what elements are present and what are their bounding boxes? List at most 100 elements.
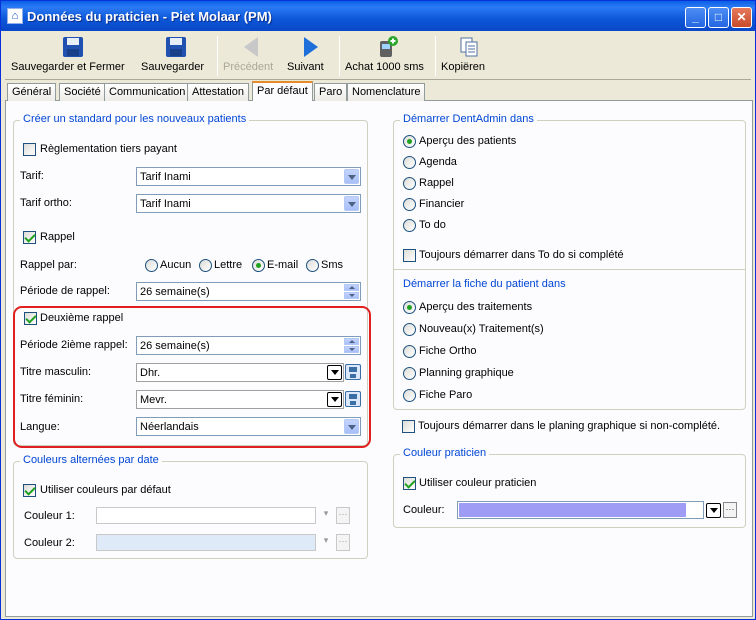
dropdown-icon[interactable] (706, 503, 721, 518)
previous-button[interactable]: Précédent (223, 34, 281, 78)
rappel-email-radio[interactable] (252, 259, 265, 272)
tarif-ortho-combo[interactable]: Tarif Inami (136, 194, 361, 213)
periode2-spinner[interactable]: 26 semaine(s) (136, 336, 361, 355)
save-button[interactable]: Sauvegarder (141, 34, 211, 78)
group-title: Couleurs alternées par date (20, 454, 162, 466)
planning-checkbox[interactable] (402, 420, 415, 433)
fiche-nouveau-label: Nouveau(x) Traitement(s) (419, 323, 544, 335)
copy-button[interactable]: Kopiëren (441, 34, 497, 78)
titre-masculin-label: Titre masculin: (20, 366, 92, 378)
start-apercu-label: Aperçu des patients (419, 135, 517, 147)
dropdown-icon[interactable] (327, 392, 342, 407)
divider (394, 269, 745, 270)
titre-masculin-combo[interactable]: Dhr. (136, 363, 344, 382)
fiche-ortho-radio[interactable] (403, 345, 416, 358)
fiche-planning-label: Planning graphique (419, 367, 514, 379)
floppy-icon (63, 37, 83, 57)
practitioner-color-group: Couleur praticien Utiliser couleur prati… (393, 447, 746, 528)
start-financier-label: Financier (419, 198, 465, 210)
dropdown-icon[interactable] (327, 365, 342, 380)
toolbar: Sauvegarder et Fermer Sauvegarder Précéd… (5, 32, 751, 80)
save-icon[interactable] (345, 391, 361, 407)
start-group: Démarrer DentAdmin dans Aperçu des patie… (393, 113, 746, 410)
tab-nomenclature[interactable]: Nomenclature (347, 83, 426, 101)
titre-feminin-label: Titre féminin: (20, 393, 84, 405)
chevron-down-icon[interactable] (344, 196, 359, 211)
close-button[interactable]: ✕ (731, 7, 752, 28)
couleur-field[interactable] (457, 501, 704, 519)
next-button[interactable]: Suivant (287, 34, 333, 78)
tiers-payant-checkbox[interactable] (23, 143, 36, 156)
default-colors-checkbox[interactable] (23, 484, 36, 497)
phone-add-icon (380, 36, 398, 57)
fiche-apercu-label: Aperçu des traitements (419, 301, 533, 313)
tab-general[interactable]: Général (7, 83, 57, 101)
langue-combo[interactable]: Néerlandais (136, 417, 361, 436)
arrow-right-icon (304, 37, 318, 57)
start-rappel-label: Rappel (419, 177, 454, 189)
toolbar-separator (435, 36, 436, 76)
buy-sms-button[interactable]: Achat 1000 sms (345, 34, 429, 78)
start-financier-radio[interactable] (403, 198, 416, 211)
use-color-label: Utiliser couleur praticien (419, 477, 537, 489)
tab-communication[interactable]: Communication (104, 83, 191, 101)
group-title: Couleur praticien (400, 447, 490, 459)
start-rappel-radio[interactable] (403, 177, 416, 190)
spinner-arrows[interactable] (344, 284, 359, 299)
tab-societe[interactable]: Société (59, 83, 106, 101)
spin-down-icon[interactable] (344, 292, 359, 299)
rappel-label: Rappel (40, 231, 75, 243)
start-apercu-radio[interactable] (403, 135, 416, 148)
couleur1-label: Couleur 1: (24, 510, 75, 522)
fiche-apercu-radio[interactable] (403, 301, 416, 314)
tab-attestation[interactable]: Attestation (187, 83, 249, 101)
rappel-par-label: Rappel par: (20, 259, 77, 271)
floppy-icon (166, 37, 186, 57)
window: ⌂ Données du praticien - Piet Molaar (PM… (0, 0, 756, 620)
todo-checkbox[interactable] (403, 249, 416, 262)
use-color-checkbox[interactable] (403, 477, 416, 490)
couleur1-field[interactable] (96, 507, 316, 524)
fiche-planning-radio[interactable] (403, 367, 416, 380)
tarif-label: Tarif: (20, 170, 44, 182)
fiche-paro-radio[interactable] (403, 389, 416, 402)
more-button[interactable]: ··· (336, 507, 350, 524)
maximize-button[interactable]: □ (708, 7, 729, 28)
rappel-lettre-radio[interactable] (199, 259, 212, 272)
more-button[interactable]: ··· (336, 534, 350, 551)
more-button[interactable]: ··· (723, 502, 737, 518)
chevron-down-icon[interactable]: ▾ (319, 507, 333, 524)
rappel-sms-label: Sms (321, 259, 343, 271)
rappel-aucun-radio[interactable] (145, 259, 158, 272)
spin-down-icon[interactable] (344, 346, 359, 353)
rappel-sms-radio[interactable] (306, 259, 319, 272)
title-bar: ⌂ Données du praticien - Piet Molaar (PM… (1, 1, 755, 31)
chevron-down-icon[interactable] (344, 169, 359, 184)
chevron-down-icon[interactable] (344, 419, 359, 434)
start-agenda-radio[interactable] (403, 156, 416, 169)
spinner-arrows[interactable] (344, 338, 359, 353)
planning-check-label: Toujours démarrer dans le planing graphi… (418, 420, 721, 432)
spin-up-icon[interactable] (344, 338, 359, 345)
rappel-checkbox[interactable] (23, 231, 36, 244)
spin-up-icon[interactable] (344, 284, 359, 291)
tarif-combo[interactable]: Tarif Inami (136, 167, 361, 186)
toolbar-separator (339, 36, 340, 76)
chevron-down-icon[interactable]: ▾ (319, 534, 333, 551)
deuxieme-rappel-checkbox[interactable] (24, 312, 37, 325)
titre-feminin-combo[interactable]: Mevr. (136, 390, 344, 409)
couleur2-field[interactable] (96, 534, 316, 551)
tab-par-defaut[interactable]: Par défaut (252, 81, 313, 102)
tab-paro[interactable]: Paro (314, 83, 348, 101)
langue-label: Langue: (20, 421, 60, 433)
minimize-button[interactable]: _ (685, 7, 706, 28)
fiche-nouveau-radio[interactable] (403, 323, 416, 336)
copy-icon (460, 37, 478, 57)
app-icon: ⌂ (7, 8, 23, 24)
save-icon[interactable] (345, 364, 361, 380)
fiche-title: Démarrer la fiche du patient dans (403, 278, 566, 290)
periode-spinner[interactable]: 26 semaine(s) (136, 282, 361, 301)
tarif-ortho-label: Tarif ortho: (20, 197, 72, 209)
save-close-button[interactable]: Sauvegarder et Fermer (11, 34, 135, 78)
start-todo-radio[interactable] (403, 219, 416, 232)
